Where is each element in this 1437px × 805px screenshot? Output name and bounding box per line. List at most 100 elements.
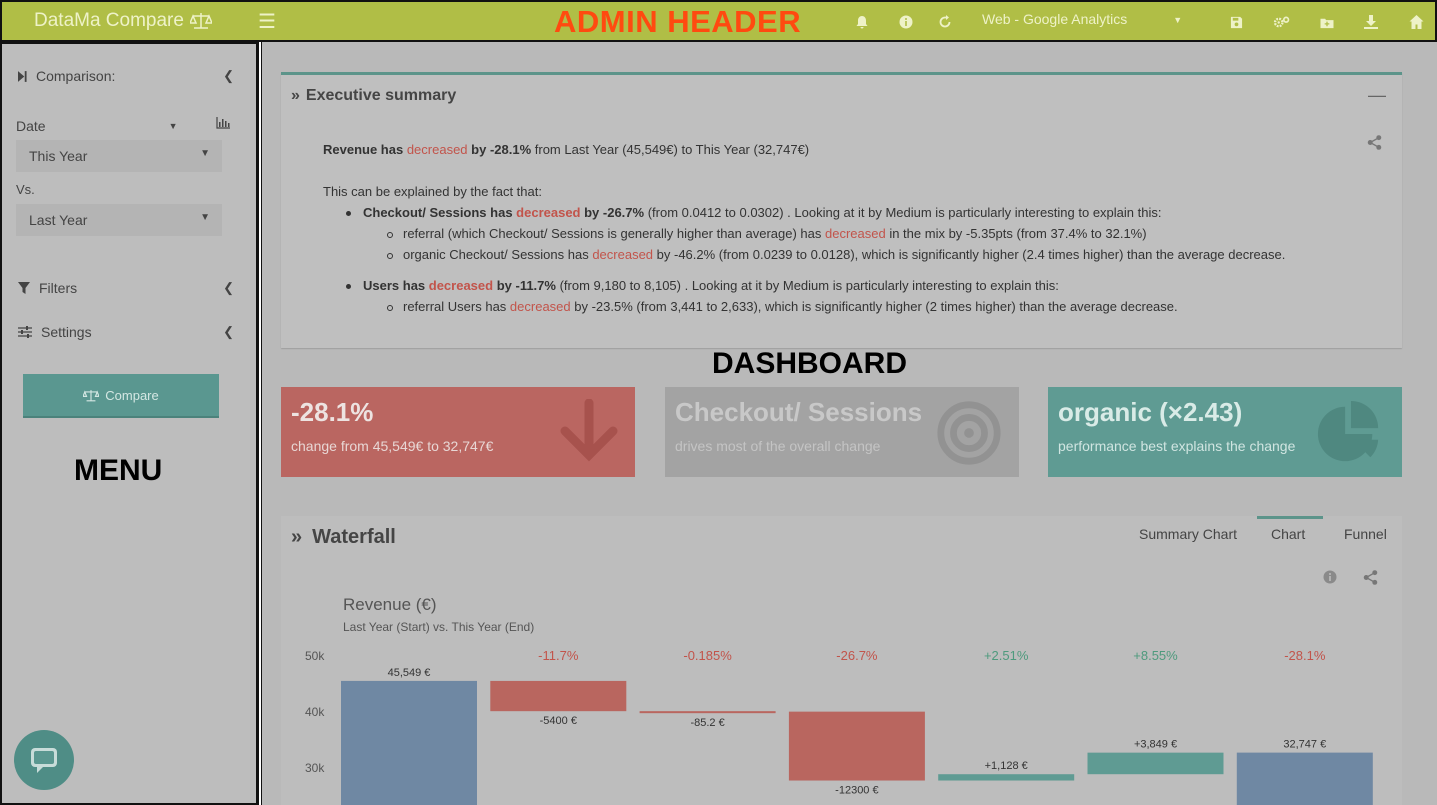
bar-percent-label: -11.7% [538, 648, 579, 663]
minimize-icon[interactable]: — [1368, 85, 1386, 106]
waterfall-panel: » Waterfall Summary Chart Chart Funnel R… [281, 516, 1402, 805]
decreased-text: decreased [428, 278, 494, 293]
chevron-left-icon[interactable]: ❮ [223, 68, 234, 84]
data-source-label: Web - Google Analytics [982, 11, 1128, 27]
compare-button-label: Compare [105, 387, 159, 403]
bar-value-label: -5400 € [540, 715, 577, 727]
date-label: Date [16, 118, 46, 134]
chevron-down-icon: ▼ [1173, 15, 1183, 25]
step-forward-icon [18, 70, 27, 82]
waterfall-bar [1236, 752, 1373, 805]
chevron-left-icon[interactable]: ❮ [223, 324, 234, 340]
filters-toggle[interactable]: Filters [18, 280, 238, 296]
summary-intro: This can be explained by the fact that: [323, 184, 542, 199]
kpi-card-segment[interactable]: organic (×2.43) performance best explain… [1048, 387, 1402, 477]
bar-value-label: -12300 € [835, 785, 878, 797]
executive-summary-panel: » Executive summary — Revenue has decrea… [281, 72, 1402, 348]
bullet-icon [346, 211, 351, 217]
y-tick-label: 40k [305, 705, 325, 719]
bar-value-label: +3,849 € [1134, 739, 1177, 751]
download-icon[interactable] [1361, 12, 1381, 32]
double-chevron-right-icon: » [291, 87, 300, 104]
summary-headline: Revenue has decreased by -28.1% from Las… [323, 142, 809, 157]
sliders-icon [18, 326, 32, 338]
waterfall-bar [639, 711, 776, 714]
bar-percent-label: -0.185% [683, 648, 732, 663]
summary-subbullet: referral (which Checkout/ Sessions is ge… [387, 226, 1147, 241]
dashboard-annotation: DASHBOARD [712, 347, 907, 380]
text: organic Checkout/ Sessions has [403, 247, 593, 262]
caret-down-icon: ▼ [200, 212, 210, 223]
chevron-left-icon[interactable]: ❮ [223, 280, 234, 296]
bar-value-label: 45,549 € [388, 667, 431, 679]
share-icon[interactable] [1367, 135, 1382, 155]
comparison-label: Comparison: [36, 68, 116, 84]
kpi-caption: change from 45,549€ to 32,747€ [291, 438, 494, 454]
hamburger-menu-icon[interactable]: ☰ [258, 9, 288, 34]
y-tick-label: 30k [305, 761, 325, 775]
waterfall-chart: Revenue (€) Last Year (Start) vs. This Y… [305, 595, 1373, 805]
scale-icon [83, 389, 100, 401]
summary-subbullet: referral Users has decreased by -23.5% (… [387, 299, 1178, 314]
chat-widget-button[interactable] [14, 730, 74, 790]
settings-icon[interactable] [1271, 12, 1291, 32]
dashboard-main: » Executive summary — Revenue has decrea… [262, 42, 1437, 805]
kpi-caption: performance best explains the change [1058, 438, 1296, 454]
brand-name: DataMa Compare [34, 10, 184, 31]
refresh-icon[interactable] [935, 12, 955, 32]
waterfall-bar [788, 711, 925, 781]
text: by -28.1% [467, 142, 532, 157]
this-period-select[interactable]: This Year ▼ [16, 140, 222, 172]
comparison-toggle[interactable]: Comparison: [18, 68, 238, 84]
kpi-value: Checkout/ Sessions [675, 397, 923, 427]
data-source-select[interactable]: Web - Google Analytics ▼ [982, 11, 1182, 29]
bar-percent-label: +8.55% [1133, 648, 1178, 663]
bar-percent-label: +2.51% [984, 648, 1029, 663]
executive-summary-label: Executive summary [305, 87, 457, 104]
bar-value-label: 32,747 € [1283, 739, 1326, 751]
caret-down-icon: ▼ [200, 148, 210, 159]
text: in the mix by -5.35pts (from 37.4% to 32… [885, 226, 1147, 241]
last-period-select[interactable]: Last Year ▼ [16, 204, 222, 236]
decreased-text: decreased [406, 142, 468, 157]
scale-icon [189, 13, 212, 29]
text: by -11.7% [493, 278, 556, 293]
sidebar-menu: Comparison: ❮ Date ▼ This Year ▼ Vs. Las… [0, 42, 258, 805]
vs-label: Vs. [16, 182, 35, 197]
decreased-text: decreased [509, 299, 571, 314]
text: referral (which Checkout/ Sessions is ge… [403, 226, 825, 241]
text: Checkout/ Sessions has [363, 205, 517, 220]
bell-icon[interactable] [852, 12, 872, 32]
chart-subtitle: Last Year (Start) vs. This Year (End) [343, 620, 534, 634]
kpi-card-change[interactable]: -28.1% change from 45,549€ to 32,747€ [281, 387, 635, 477]
waterfall-bar [341, 680, 477, 805]
date-dimension-select[interactable]: Date ▼ [16, 118, 178, 134]
compare-button[interactable]: Compare [23, 374, 219, 418]
kpi-caption: drives most of the overall change [675, 438, 881, 454]
bar-chart-icon[interactable] [216, 116, 230, 134]
chart-title: Revenue (€) [343, 595, 437, 614]
text: Revenue has [323, 142, 407, 157]
decreased-text: decreased [825, 226, 886, 241]
text: by -26.7% [580, 205, 645, 220]
summary-bullet: Users has decreased by -11.7% (from 9,18… [346, 278, 1059, 293]
waterfall-bar [1087, 752, 1224, 775]
last-period-value: Last Year [29, 212, 88, 228]
home-icon[interactable] [1406, 12, 1426, 32]
summary-subbullet: organic Checkout/ Sessions has decreased… [387, 247, 1285, 262]
save-icon[interactable] [1226, 12, 1246, 32]
circle-bullet-icon [387, 252, 393, 259]
brand-logo[interactable]: DataMa Compare [2, 10, 258, 32]
text: (from 0.0412 to 0.0302) . Looking at it … [644, 205, 1162, 220]
folder-icon[interactable] [1317, 12, 1337, 32]
bar-value-label: -85.2 € [690, 717, 724, 729]
kpi-card-driver[interactable]: Checkout/ Sessions drives most of the ov… [665, 387, 1019, 477]
info-icon[interactable] [896, 12, 916, 32]
bar-percent-label: -26.7% [836, 648, 878, 663]
settings-toggle[interactable]: Settings [18, 324, 238, 340]
circle-bullet-icon [387, 304, 393, 311]
decreased-text: decreased [516, 205, 581, 220]
executive-summary-title[interactable]: » Executive summary [291, 87, 456, 105]
bar-percent-label: -28.1% [1284, 648, 1326, 663]
circle-bullet-icon [387, 231, 393, 238]
